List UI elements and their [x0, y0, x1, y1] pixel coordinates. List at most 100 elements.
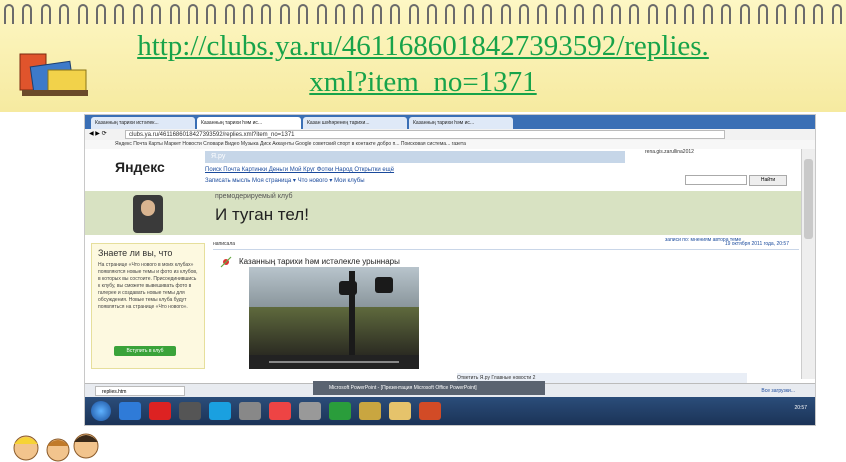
spiral-ring [555, 4, 566, 24]
spiral-ring [261, 4, 272, 24]
search-button[interactable]: Найти [749, 175, 787, 186]
spiral-ring [77, 4, 88, 24]
children-faces-icon [13, 433, 99, 462]
spiral-ring [500, 4, 511, 24]
post-header: написала 19 октября 2011 года, 20:57 [213, 241, 799, 250]
spiral-ring [40, 4, 51, 24]
spiral-ring [298, 4, 309, 24]
video-controls[interactable] [249, 355, 419, 369]
club-title: И туган тел! [215, 205, 309, 224]
spiral-ring [463, 4, 474, 24]
search-input[interactable] [685, 175, 747, 185]
spiral-ring [758, 4, 769, 24]
video-player[interactable] [249, 267, 419, 369]
spiral-ring [187, 4, 198, 24]
spiral-ring [59, 4, 70, 24]
flower-icon [220, 256, 232, 268]
opera-icon[interactable] [149, 402, 171, 420]
spiral-ring [114, 4, 125, 24]
spiral-ring [408, 4, 419, 24]
spiral-ring [482, 4, 493, 24]
yandex-header: Яндекс Я.ру Поиск Почта Картинки Деньги … [85, 149, 801, 191]
url-link-line1[interactable]: http://clubs.ya.ru/4611686018427393592/r… [0, 30, 846, 63]
spiral-ring [224, 4, 235, 24]
bookmarks-bar[interactable]: Яндекс Почта Карты Маркет Новости Словар… [85, 140, 815, 149]
tip-text: На странице «Что нового в моих клубах» п… [98, 262, 198, 310]
download-item[interactable]: replies.htm [95, 386, 185, 396]
whatsapp-icon[interactable] [329, 402, 351, 420]
browser-screenshot: Казанның тарихи истәлек... Казанның тари… [84, 114, 816, 426]
spiral-ring [518, 4, 529, 24]
spiral-ring [445, 4, 456, 24]
browser-tab-active[interactable]: Казанның тарихи һәм ис... [197, 117, 301, 129]
post-date[interactable]: 19 октября 2011 года, 20:57 [725, 241, 789, 247]
spiral-ring [666, 4, 677, 24]
ie-icon[interactable] [119, 402, 141, 420]
spiral-ring [702, 4, 713, 24]
browser-tab[interactable]: Казан шәһәренең тарихи... [303, 117, 407, 129]
user-name[interactable]: rena.gis.zarullina2012 [645, 149, 694, 155]
post-author-label: написала [213, 241, 236, 247]
spiral-ring [95, 4, 106, 24]
powerpoint-taskbar-preview[interactable]: Microsoft PowerPoint - [Презентация Micr… [313, 381, 545, 395]
spiral-ring [243, 4, 254, 24]
spiral-ring [426, 4, 437, 24]
media-icon[interactable] [179, 402, 201, 420]
paint-icon[interactable] [359, 402, 381, 420]
spiral-ring [813, 4, 824, 24]
spiral-ring [151, 4, 162, 24]
club-banner [85, 191, 801, 235]
spiral-ring [132, 4, 143, 24]
spiral-ring [647, 4, 658, 24]
yaru-bar: Я.ру [205, 151, 625, 163]
spiral-ring [4, 4, 14, 24]
spiral-ring [629, 4, 640, 24]
yandex-logo[interactable]: Яндекс [115, 159, 165, 175]
browser-tab-bar: Казанның тарихи истәлек... Казанның тари… [85, 115, 815, 129]
tip-heading: Знаете ли вы, что [98, 248, 173, 258]
window-icon[interactable] [239, 402, 261, 420]
lamp-post-shape [349, 271, 355, 355]
slide-header: http://clubs.ya.ru/4611686018427393592/r… [0, 0, 846, 112]
spiral-ring [831, 4, 842, 24]
spiral-ring [353, 4, 364, 24]
address-input[interactable]: clubs.ya.ru/4611686018427393592/replies.… [125, 130, 725, 139]
start-button-icon[interactable] [91, 401, 111, 421]
yandex-services-nav[interactable]: Поиск Почта Картинки Деньги Мой Круг Фот… [205, 167, 394, 173]
spiral-ring [335, 4, 346, 24]
url-link-line2[interactable]: xml?item_no=1371 [0, 66, 846, 99]
notebook-spiral [4, 4, 842, 26]
spiral-ring [316, 4, 327, 24]
show-all-downloads-link[interactable]: Все загрузки... [761, 384, 795, 398]
browser-tab[interactable]: Казанның тарихи истәлек... [91, 117, 195, 129]
spiral-ring [537, 4, 548, 24]
skype-icon[interactable] [209, 402, 231, 420]
yandex-user-menu[interactable]: Записать мысль Моя страница ▾ Что нового… [205, 177, 365, 184]
powerpoint-icon[interactable] [419, 402, 441, 420]
did-you-know-box: Знаете ли вы, что На странице «Что новог… [91, 243, 205, 369]
spiral-ring [739, 4, 750, 24]
spiral-ring [169, 4, 180, 24]
folder-icon[interactable] [389, 402, 411, 420]
spiral-ring [206, 4, 217, 24]
windows-taskbar: 20:57 [85, 397, 815, 425]
lantern-shape [375, 277, 393, 293]
spiral-ring [22, 4, 33, 24]
app-icon[interactable] [299, 402, 321, 420]
join-club-button[interactable]: Вступить в клуб [114, 346, 176, 356]
browser-tab[interactable]: Казанның тарихи һәм ис... [409, 117, 513, 129]
spiral-ring [371, 4, 382, 24]
video-progress-bar[interactable] [269, 361, 399, 363]
spiral-ring [592, 4, 603, 24]
nav-buttons-icon[interactable]: ◀ ▶ ⟳ [89, 129, 107, 140]
spiral-ring [721, 4, 732, 24]
avatar[interactable] [133, 195, 163, 233]
system-clock[interactable]: 20:57 [794, 405, 807, 411]
chrome-icon[interactable] [269, 402, 291, 420]
spiral-ring [390, 4, 401, 24]
post-title[interactable]: Казанның тарихи һәм истәлекле урыннары [239, 257, 400, 266]
spiral-ring [794, 4, 805, 24]
spiral-ring [279, 4, 290, 24]
spiral-ring [574, 4, 585, 24]
page-scrollbar[interactable] [801, 149, 815, 379]
